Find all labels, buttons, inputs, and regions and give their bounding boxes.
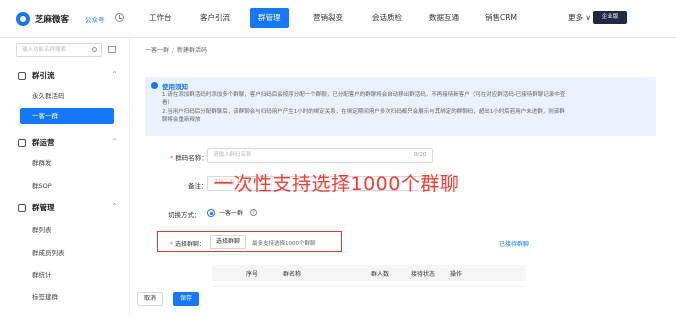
chevron-up-icon[interactable]: ^ (112, 203, 117, 210)
sidebar: 输入功能名称搜索 群引流 ^ 永久群活码 一客一群 群运营 ^ 群群发 群SOP… (0, 38, 130, 317)
sidebar-item-permanent-qrcode[interactable]: 永久群活码 (32, 90, 65, 100)
notice-line: 看） (162, 100, 174, 106)
notice-line: 2.当用户扫码后分配群聊后，该群聊会与扫码用户产生1小时的绑定关系，在绑定期间用… (162, 109, 565, 115)
nav-group-management[interactable]: 群管理 (250, 8, 289, 28)
received-groups-link[interactable]: 已接待群聊 (499, 239, 529, 248)
sidebar-item-group-sop[interactable]: 群SOP (32, 180, 52, 190)
groups-table-body (212, 281, 526, 287)
save-button[interactable]: 保存 (173, 292, 199, 306)
groups-table-header (212, 265, 526, 281)
operations-icon (18, 138, 26, 147)
notice-line: 1.请在添加群活码时添加多个群聊，客户扫码后会按序分配一个群聊，已分配客户的群聊… (162, 92, 566, 98)
breadcrumb-parent[interactable]: 一客一群 (145, 47, 169, 54)
app-logo[interactable]: 芝麻微客 (16, 12, 69, 26)
search-icon (92, 47, 97, 52)
notice-line: 聊将会重新释放 (162, 117, 201, 123)
management-icon (18, 203, 26, 212)
cancel-button[interactable]: 取消 (137, 292, 163, 306)
switch-mode-label: 切换方式： (168, 211, 201, 219)
help-icon[interactable]: ? (250, 209, 257, 216)
table-header-actions: 操作 (450, 271, 463, 278)
chevron-up-icon[interactable]: ^ (112, 71, 117, 78)
select-groups-label: * 选择群聊： (170, 241, 206, 248)
notice-title: 使用须知 (162, 83, 188, 91)
app-name: 芝麻微客 (35, 15, 70, 25)
nav-sales-crm[interactable]: 销售CRM (477, 8, 525, 28)
remark-label: 备注： (188, 182, 208, 190)
table-header-status: 接待状态 (411, 271, 436, 278)
nav-data-interop[interactable]: 数据互通 (421, 8, 467, 28)
sidebar-group-operations[interactable]: 群运营 (18, 137, 55, 148)
logo-icon (16, 12, 30, 26)
select-groups-hint: 最多支持选择1000个群聊 (252, 241, 316, 247)
sidebar-item-one-customer-one-group[interactable]: 一客一群 (20, 108, 114, 124)
sidebar-item-member-list[interactable]: 群成员列表 (32, 247, 65, 257)
enterprise-badge[interactable]: 企业版 (593, 11, 627, 24)
usage-notice: 使用须知 1.请在添加群活码时添加多个群聊，客户扫码后会按序分配一个群聊，已分配… (145, 77, 656, 136)
sidebar-item-group-list[interactable]: 群列表 (32, 224, 52, 234)
account-tag[interactable]: 公众号 (85, 14, 105, 24)
name-label: * 群码名称： (170, 154, 208, 162)
promo-overlay-text: 一次性支持选择1000个群聊 (214, 173, 460, 195)
table-header-index: 序号 (246, 271, 259, 278)
table-header-members: 群人数 (371, 271, 390, 278)
breadcrumb: 一客一群 / 新建群活码 (145, 47, 208, 54)
traffic-icon (18, 71, 26, 80)
layout-icon[interactable] (108, 46, 116, 53)
sidebar-item-group-stats[interactable]: 群统计 (32, 269, 52, 279)
history-icon[interactable] (115, 13, 124, 22)
table-header-name: 群名称 (283, 271, 302, 278)
select-groups-button[interactable]: 选择群聊 (210, 235, 246, 249)
top-nav-bar: 芝麻微客 公众号 工作台 客户引流 群管理 营销裂变 会话质检 数据互通 销售C… (0, 0, 676, 38)
sidebar-item-tag-group[interactable]: 标签建群 (32, 291, 58, 301)
sidebar-item-group-broadcast[interactable]: 群群发 (32, 157, 52, 167)
group-code-name-input[interactable]: 请输入群码名称 (207, 148, 433, 163)
sidebar-search-input[interactable]: 输入功能名称搜索 (16, 43, 102, 57)
breadcrumb-current: 新建群活码 (177, 47, 208, 54)
nav-session-inspection[interactable]: 会话质检 (364, 8, 410, 28)
nav-marketing-fission[interactable]: 营销裂变 (305, 8, 351, 28)
radio-one-customer-one-group[interactable] (207, 209, 215, 217)
name-char-count: 0/20 (414, 152, 427, 158)
radio-option-label[interactable]: 一客一群 (219, 208, 243, 217)
sidebar-group-traffic[interactable]: 群引流 (18, 70, 55, 81)
nav-workbench[interactable]: 工作台 (141, 8, 180, 28)
chevron-up-icon[interactable]: ^ (112, 138, 117, 145)
nav-more[interactable]: 更多 ∨ (568, 8, 591, 28)
nav-customer-traffic[interactable]: 客户引流 (192, 8, 238, 28)
info-icon (151, 82, 158, 89)
sidebar-group-management[interactable]: 群管理 (18, 202, 55, 213)
